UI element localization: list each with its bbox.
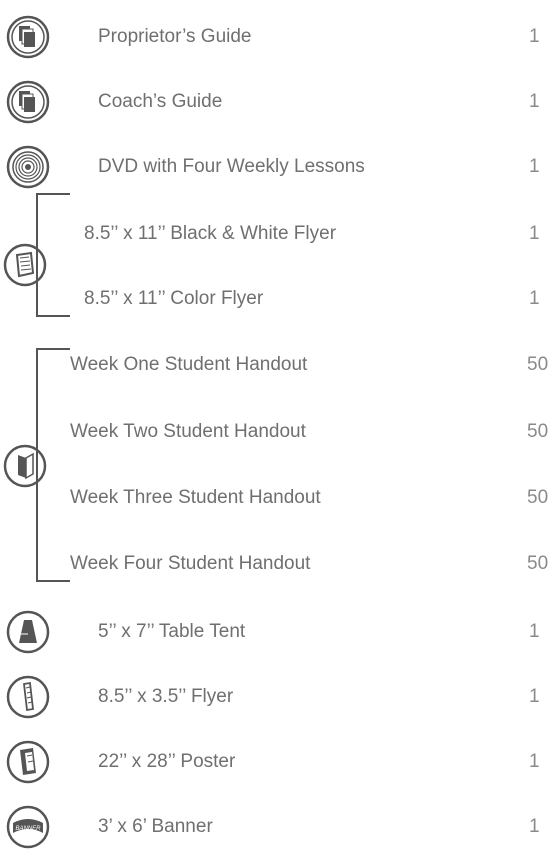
list-item-label: 8.5’’ x 11’’ Black & White Flyer — [84, 223, 337, 244]
list-item-quantity: 50 — [527, 421, 549, 442]
list-item-quantity: 50 — [527, 354, 549, 375]
list-item-label: 8.5’’ x 3.5’’ Flyer — [98, 686, 234, 707]
list-item-label: Week Three Student Handout — [70, 487, 321, 508]
list-item-quantity: 1 — [529, 223, 540, 244]
handout-group-bracket — [36, 348, 70, 582]
poster-icon — [6, 740, 50, 784]
list-item-label: Proprietor’s Guide — [98, 26, 252, 47]
list-item-quantity: 50 — [527, 487, 549, 508]
narrow-flyer-icon — [6, 675, 50, 719]
flyer-group-bracket — [36, 193, 70, 317]
list-item-quantity: 50 — [527, 553, 549, 574]
list-item-label: Week Four Student Handout — [70, 553, 311, 574]
list-item-label: 3’ x 6’ Banner — [98, 816, 213, 837]
table-tent-icon — [6, 610, 50, 654]
list-item-label: Week Two Student Handout — [70, 421, 306, 442]
banner-icon: BANNER — [6, 805, 50, 849]
list-item-label: DVD with Four Weekly Lessons — [98, 156, 365, 177]
list-item-label: Coach’s Guide — [98, 91, 223, 112]
list-item-label: 22’’ x 28’’ Poster — [98, 751, 236, 772]
list-item-quantity: 1 — [529, 751, 540, 772]
dvd-icon — [6, 145, 50, 189]
list-item-quantity: 1 — [529, 686, 540, 707]
stacked-pages-icon — [6, 80, 50, 124]
list-item-quantity: 1 — [529, 621, 540, 642]
banner-icon-text: BANNER — [15, 826, 41, 832]
list-item-label: Week One Student Handout — [70, 354, 308, 375]
list-item-label: 5’’ x 7’’ Table Tent — [98, 621, 246, 642]
list-item-quantity: 1 — [529, 26, 540, 47]
stacked-pages-icon — [6, 15, 50, 59]
list-item-quantity: 1 — [529, 156, 540, 177]
list-item-label: 8.5’’ x 11’’ Color Flyer — [84, 288, 264, 309]
list-item-quantity: 1 — [529, 816, 540, 837]
list-item-quantity: 1 — [529, 288, 540, 309]
list-item-quantity: 1 — [529, 91, 540, 112]
